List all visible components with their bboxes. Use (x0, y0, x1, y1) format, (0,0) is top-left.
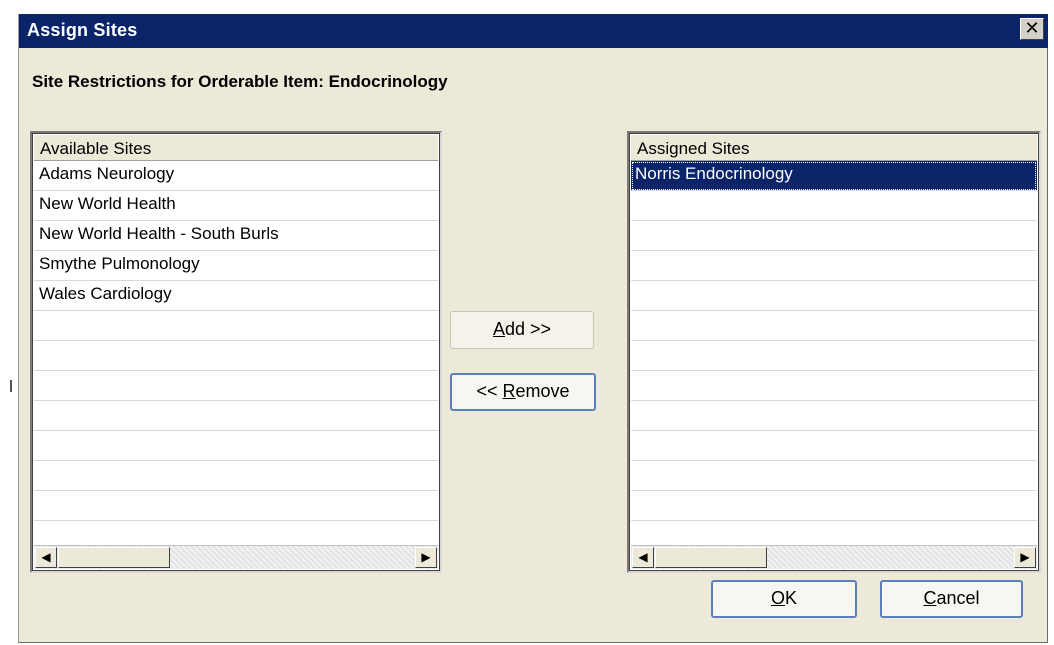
add-label: dd >> (504, 319, 552, 339)
scroll-left-button[interactable]: ◀ (35, 547, 57, 568)
scroll-thumb[interactable] (655, 547, 767, 568)
list-item[interactable]: Norris Endocrinology (631, 161, 1037, 191)
cancel-button[interactable]: Cancel (880, 580, 1023, 618)
empty-list-row[interactable] (34, 341, 438, 371)
empty-list-row[interactable] (34, 431, 438, 461)
cancel-label: ancel (936, 588, 980, 608)
empty-list-row[interactable] (631, 221, 1037, 251)
empty-list-row[interactable] (631, 191, 1037, 221)
close-button[interactable]: ✕ (1020, 18, 1044, 40)
assign-sites-dialog: Assign Sites ✕ Site Restrictions for Ord… (18, 14, 1048, 643)
available-sites-rows: Adams Neurology New World Health New World… (34, 161, 438, 521)
empty-list-row[interactable] (34, 461, 438, 491)
page-title: Site Restrictions for Orderable Item: En… (32, 72, 448, 91)
list-item[interactable]: New World Health - South Burls (34, 221, 438, 251)
empty-list-row[interactable] (631, 491, 1037, 521)
ok-button[interactable]: OK (711, 580, 857, 618)
empty-list-row[interactable] (631, 461, 1037, 491)
scroll-left-icon: ◀ (638, 550, 648, 564)
available-sites-header[interactable]: Available Sites (34, 135, 438, 161)
empty-list-row[interactable] (34, 401, 438, 431)
cancel-mnemonic: C (923, 588, 937, 608)
window-title: Assign Sites (27, 20, 138, 40)
background-edge-mark (10, 380, 12, 392)
empty-list-row[interactable] (631, 251, 1037, 281)
empty-list-row[interactable] (631, 431, 1037, 461)
list-item[interactable]: New World Health (34, 191, 438, 221)
scroll-left-button[interactable]: ◀ (632, 547, 654, 568)
empty-list-row[interactable] (34, 311, 438, 341)
ok-label: K (785, 588, 798, 608)
remove-label: emove (515, 381, 570, 401)
scroll-right-icon: ▶ (1020, 550, 1030, 564)
add-button[interactable]: Add >> (450, 311, 594, 349)
scroll-right-icon: ▶ (421, 550, 431, 564)
empty-list-row[interactable] (631, 311, 1037, 341)
empty-list-row[interactable] (631, 341, 1037, 371)
list-item[interactable]: Smythe Pulmonology (34, 251, 438, 281)
add-mnemonic: A (492, 319, 505, 339)
title-bar[interactable]: Assign Sites ✕ (19, 14, 1048, 48)
scroll-right-button[interactable]: ▶ (1014, 547, 1036, 568)
scroll-thumb[interactable] (58, 547, 170, 568)
empty-list-row[interactable] (34, 491, 438, 521)
remove-button[interactable]: << Remove (450, 373, 596, 411)
assigned-sites-rows: Norris Endocrinology (631, 161, 1037, 521)
list-item[interactable]: Wales Cardiology (34, 281, 438, 311)
ok-mnemonic: O (770, 588, 785, 608)
close-icon: ✕ (1024, 18, 1040, 38)
empty-list-row[interactable] (34, 371, 438, 401)
assigned-sites-list[interactable]: Assigned Sites Norris Endocrinology ◀ ▶ (627, 131, 1041, 573)
empty-list-row[interactable] (631, 371, 1037, 401)
scroll-left-icon: ◀ (41, 550, 51, 564)
list-item[interactable]: Adams Neurology (34, 161, 438, 191)
assigned-sites-header[interactable]: Assigned Sites (631, 135, 1037, 161)
remove-prefix: << (476, 381, 503, 401)
remove-mnemonic: R (502, 381, 516, 401)
empty-list-row[interactable] (631, 281, 1037, 311)
scroll-right-button[interactable]: ▶ (415, 547, 437, 568)
assigned-horizontal-scrollbar[interactable]: ◀ ▶ (631, 545, 1037, 569)
empty-list-row[interactable] (631, 401, 1037, 431)
available-sites-list[interactable]: Available Sites Adams Neurology New World… (30, 131, 442, 573)
available-horizontal-scrollbar[interactable]: ◀ ▶ (34, 545, 438, 569)
